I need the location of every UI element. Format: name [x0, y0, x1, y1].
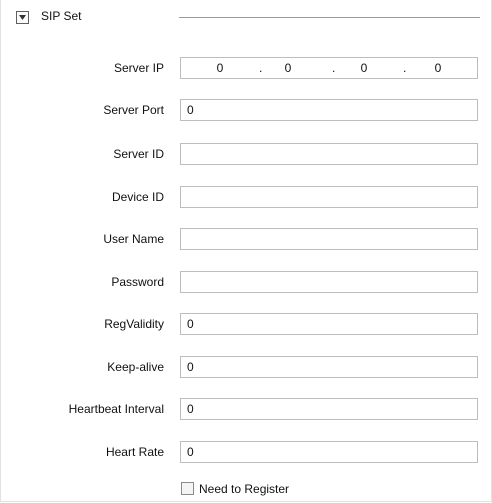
password-input[interactable]: [180, 271, 478, 293]
user-name-input[interactable]: [180, 228, 478, 250]
reg-validity-row: RegValidity: [1, 313, 492, 337]
keep-alive-label: Keep-alive: [107, 360, 164, 374]
keep-alive-row: Keep-alive: [1, 356, 492, 380]
panel-frame: SIP Set Server IP 0 . 0 . 0 . 0 Server P…: [0, 0, 492, 502]
server-ip-label: Server IP: [113, 61, 164, 75]
device-id-label: Device ID: [111, 190, 164, 204]
keep-alive-input[interactable]: [180, 356, 478, 378]
need-register-checkbox[interactable]: [181, 482, 194, 495]
ip-octet-1[interactable]: 0: [208, 61, 232, 75]
server-port-label: Server Port: [103, 103, 164, 117]
section-title: SIP Set: [41, 9, 82, 23]
heartbeat-interval-label: Heartbeat Interval: [68, 402, 164, 416]
heart-rate-row: Heart Rate: [1, 441, 492, 465]
ip-separator: .: [332, 61, 336, 75]
ip-octet-4[interactable]: 0: [426, 61, 450, 75]
server-port-input[interactable]: [180, 99, 478, 121]
heart-rate-label: Heart Rate: [105, 445, 164, 459]
server-id-label: Server ID: [113, 147, 164, 161]
ip-separator: .: [259, 61, 263, 75]
need-register-label[interactable]: Need to Register: [199, 482, 289, 496]
server-port-row: Server Port: [1, 99, 492, 123]
heart-rate-input[interactable]: [180, 441, 478, 463]
device-id-row: Device ID: [1, 186, 492, 210]
user-name-row: User Name: [1, 228, 492, 252]
password-label: Password: [111, 275, 164, 289]
server-ip-row: Server IP 0 . 0 . 0 . 0: [1, 57, 492, 81]
heartbeat-interval-row: Heartbeat Interval: [1, 398, 492, 422]
ip-separator: .: [403, 61, 407, 75]
device-id-input[interactable]: [180, 186, 478, 208]
ip-octet-3[interactable]: 0: [352, 61, 376, 75]
server-ip-input[interactable]: 0 . 0 . 0 . 0: [180, 57, 478, 79]
collapse-button[interactable]: [16, 11, 29, 24]
user-name-label: User Name: [103, 232, 164, 246]
section-divider: [179, 17, 480, 18]
reg-validity-input[interactable]: [180, 313, 478, 335]
chevron-down-icon: [19, 15, 26, 20]
server-id-input[interactable]: [180, 143, 478, 165]
heartbeat-interval-input[interactable]: [180, 398, 478, 420]
ip-octet-2[interactable]: 0: [276, 61, 300, 75]
reg-validity-label: RegValidity: [104, 317, 164, 331]
sip-set-header: SIP Set: [1, 0, 492, 36]
password-row: Password: [1, 271, 492, 295]
server-id-row: Server ID: [1, 143, 492, 167]
